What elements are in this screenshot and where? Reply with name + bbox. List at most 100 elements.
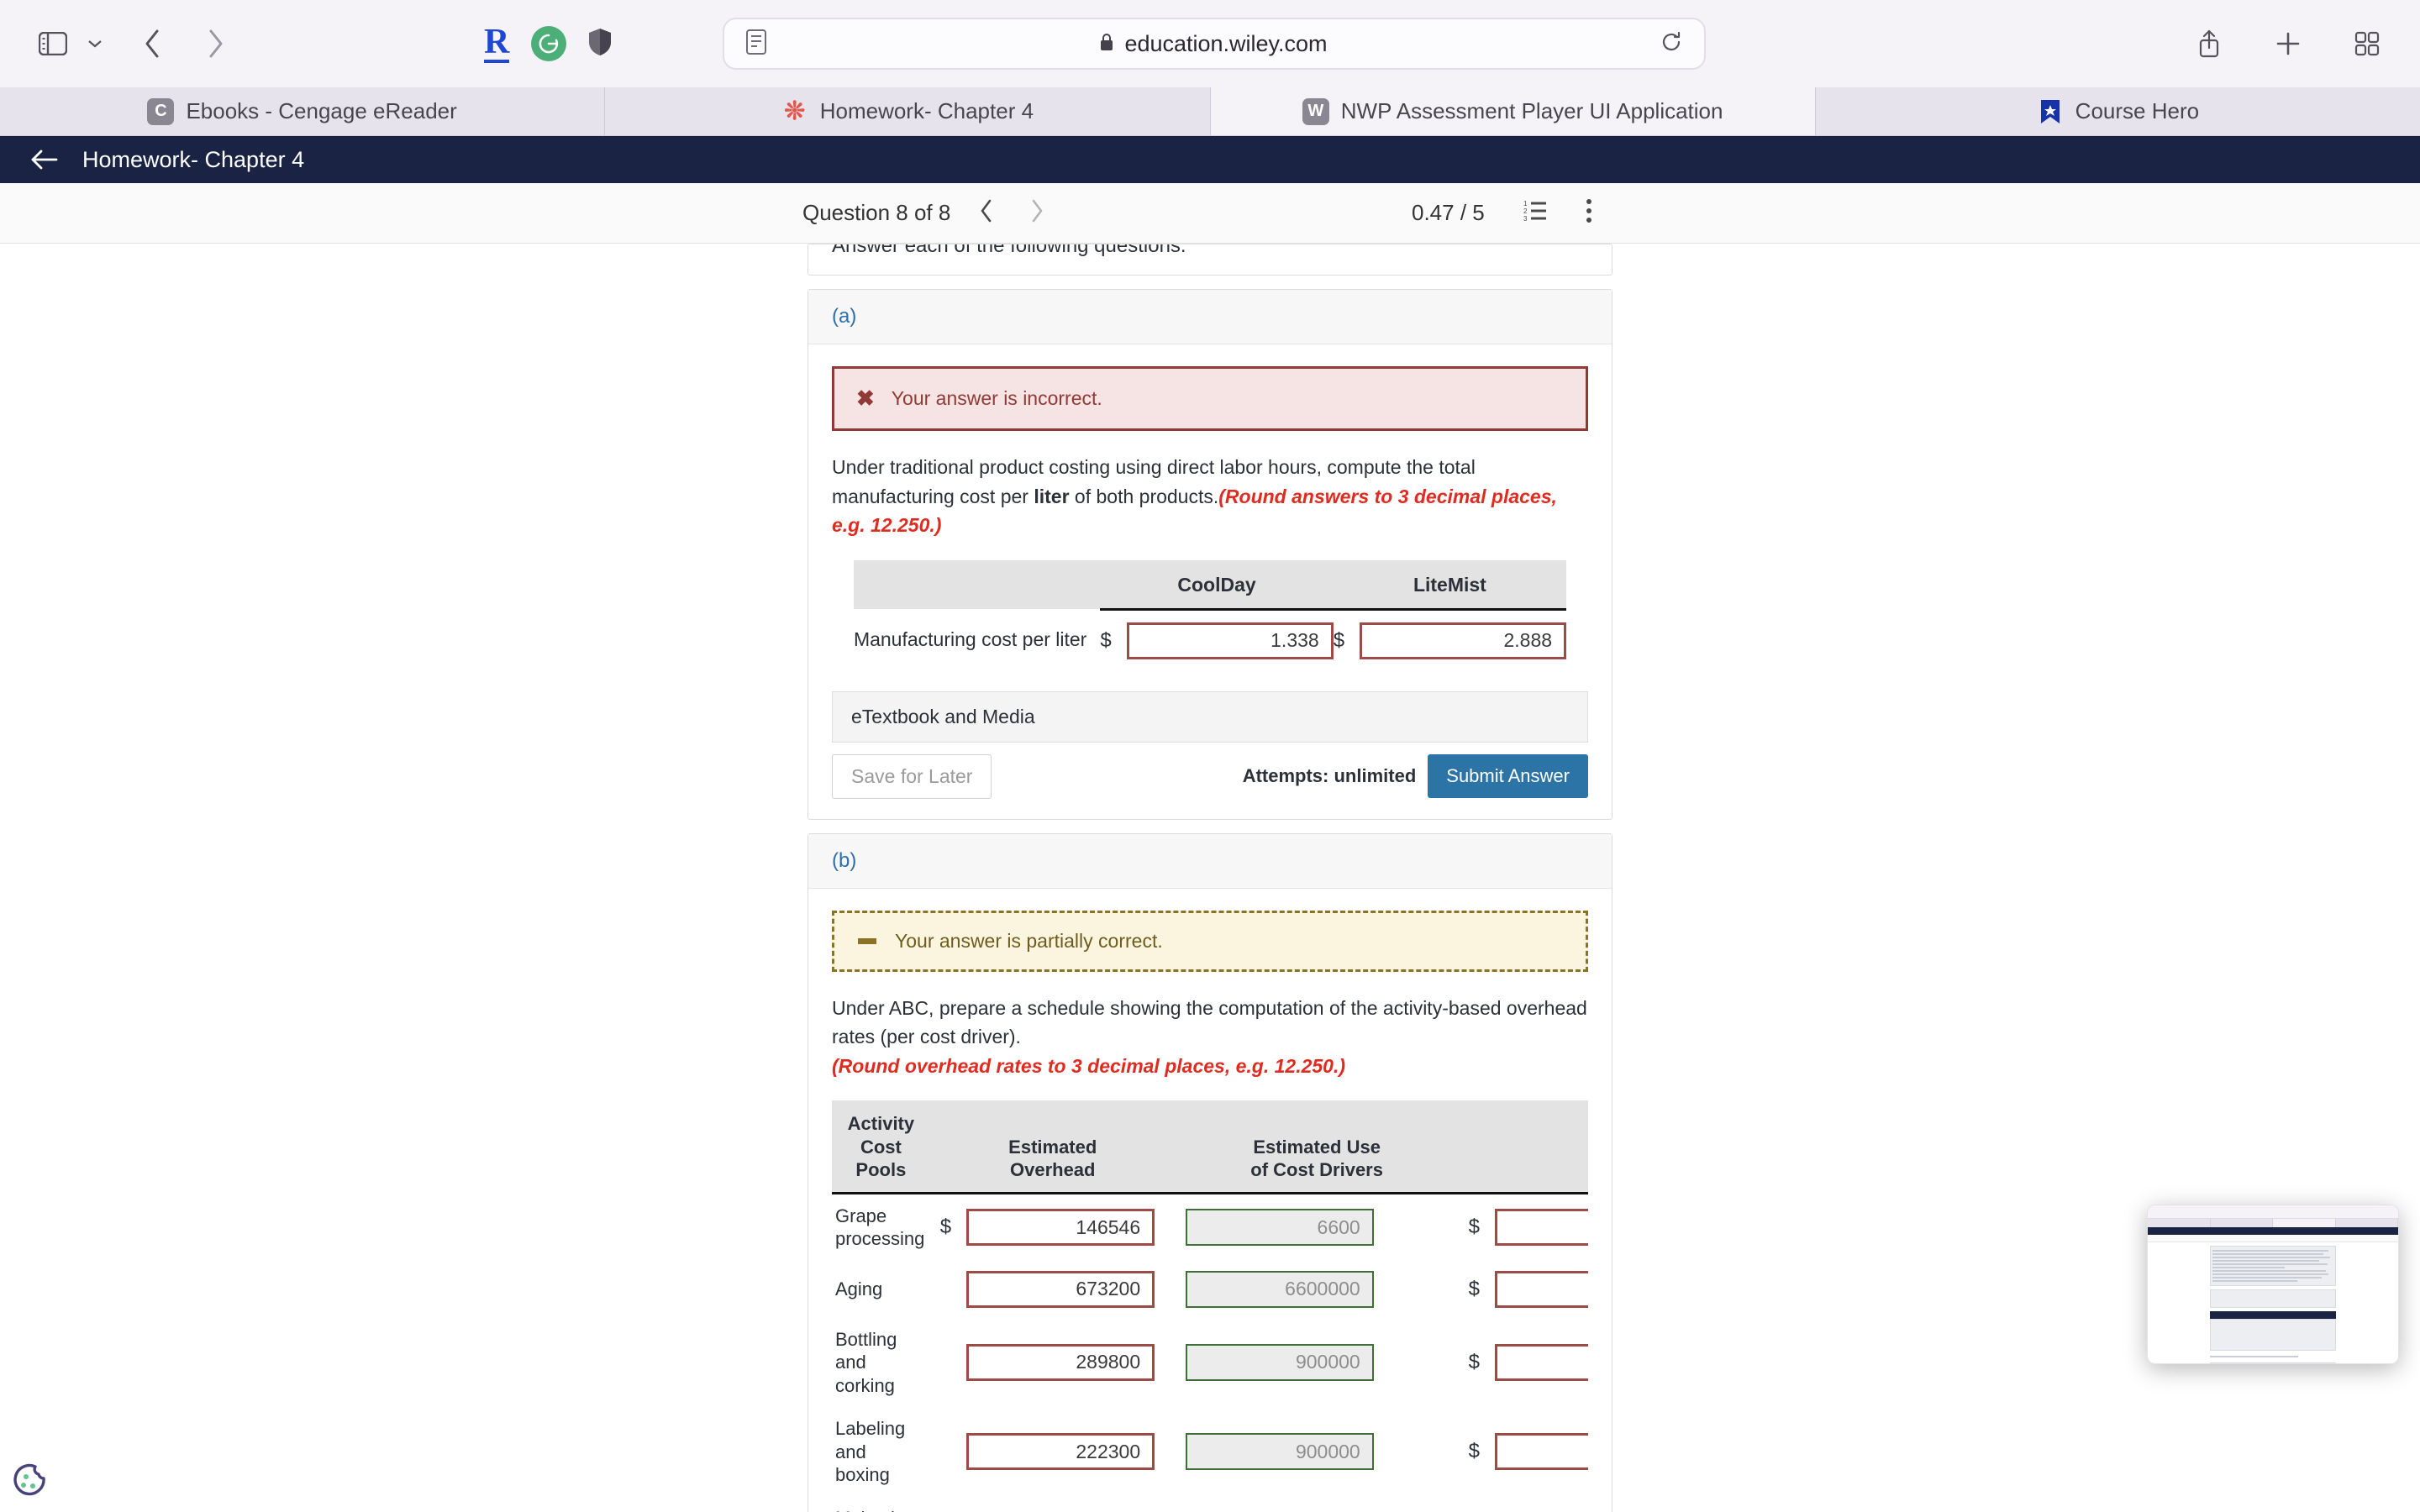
header-line-2: of Cost Drivers <box>1250 1159 1383 1180</box>
currency-symbol: $ <box>1468 1350 1480 1373</box>
alert-text: Your answer is incorrect. <box>891 387 1102 409</box>
part-b-prompt-text: Under ABC, prepare a schedule showing th… <box>832 996 1587 1048</box>
grammarly-extension-icon[interactable] <box>531 26 567 61</box>
part-a-label: (a) <box>808 290 1612 344</box>
pip-page-content <box>2148 1242 2398 1363</box>
wiley-favicon-icon: W <box>1302 97 1329 125</box>
row-label-aging: Aging <box>835 1278 883 1299</box>
part-b-table-body: Grape processing $ 146546 6600 $ Aging 6… <box>832 1193 1588 1512</box>
input-litemist-cost[interactable]: 2.888 <box>1360 622 1567 659</box>
plus-icon[interactable] <box>2264 19 2312 68</box>
course-hero-favicon-icon <box>2037 98 2064 125</box>
table-row: Bottling and corking $ 289800 900000 $ <box>832 1318 1588 1408</box>
tab-overview-icon[interactable] <box>2343 19 2391 68</box>
currency-symbol: $ <box>1468 1440 1480 1463</box>
forward-icon[interactable] <box>192 19 240 68</box>
cell-estimated-use: 900000 <box>1176 1318 1459 1408</box>
app-title: Homework- Chapter 4 <box>82 146 305 172</box>
input-overhead-labeling-and-boxing[interactable]: 222300 <box>966 1433 1155 1471</box>
tab-nwp-assessment-player[interactable]: W NWP Assessment Player UI Application <box>1210 87 1816 135</box>
partial-dash-icon <box>858 937 876 944</box>
rakuten-extension-icon[interactable]: R <box>484 24 510 63</box>
cell-estimated-use: 6600000 <box>1176 1261 1459 1318</box>
input-rate-grape-processing[interactable] <box>1494 1209 1588 1246</box>
input-drivers-grape-processing[interactable]: 6600 <box>1185 1209 1374 1246</box>
numbered-list-icon[interactable]: 123 <box>1523 199 1547 227</box>
cengage-favicon-icon: C <box>147 97 175 125</box>
shield-extension-icon[interactable] <box>588 28 612 60</box>
svg-text:3: 3 <box>1523 215 1528 223</box>
pip-part-header <box>2210 1362 2336 1363</box>
incorrect-x-icon: ✖ <box>856 386 875 411</box>
part-b-body: Your answer is partially correct. Under … <box>808 889 1612 1512</box>
url-text-group: education.wiley.com <box>766 31 1660 57</box>
col-header-estimated-overhead: Estimated Overhead <box>929 1100 1176 1194</box>
prompt-bold-liter: liter <box>1034 485 1070 507</box>
table-row: Maintain and inspect equipment $ 243200 … <box>832 1497 1588 1512</box>
cell-coolday: $ 1.338 <box>1100 609 1334 668</box>
header-line-2: Overhead <box>1009 1159 1096 1180</box>
question-stem-card: Answer each of the following questions. <box>808 244 1612 276</box>
page-body[interactable]: Answer each of the following questions. … <box>0 244 2420 1512</box>
previous-question-icon[interactable] <box>979 198 994 228</box>
cell-overhead-rate: $ <box>1459 1261 1588 1318</box>
part-b-label: (b) <box>808 833 1612 889</box>
part-a-status-alert: ✖ Your answer is incorrect. <box>832 366 1588 431</box>
part-b-table-wrapper: Activity Cost Pools Estimated Overhead E… <box>832 1100 1588 1512</box>
part-b-table: Activity Cost Pools Estimated Overhead E… <box>832 1100 1588 1512</box>
tab-label: Homework- Chapter 4 <box>819 98 1034 123</box>
cell-overhead-rate: $ <box>1459 1318 1588 1408</box>
input-overhead-grape-processing[interactable]: 146546 <box>966 1209 1155 1246</box>
cell-estimated-use: 80022.20 <box>1176 1497 1459 1512</box>
reader-view-icon[interactable] <box>746 29 766 59</box>
cell-overhead-rate: $ <box>1459 1497 1588 1512</box>
tab-course-hero[interactable]: Course Hero <box>1815 87 2420 135</box>
address-bar[interactable]: education.wiley.com <box>723 18 1706 70</box>
tab-label: Ebooks - Cengage eReader <box>186 98 457 123</box>
back-arrow-icon[interactable] <box>30 149 59 171</box>
navigation-arrows <box>128 19 240 68</box>
input-rate-aging[interactable] <box>1494 1270 1588 1308</box>
pip-tab <box>2148 1219 2211 1227</box>
question-nav-group: Question 8 of 8 <box>802 198 1044 228</box>
next-question-icon[interactable] <box>1029 198 1044 228</box>
pip-browser-chrome <box>2148 1205 2398 1219</box>
cell-estimated-overhead: $ 289800 <box>930 1318 1176 1408</box>
col-header-blank <box>853 559 1101 609</box>
part-b-table-head: Activity Cost Pools Estimated Overhead E… <box>832 1100 1588 1194</box>
row-label-manufacturing-cost-per-liter: Manufacturing cost per liter <box>853 628 1087 651</box>
input-drivers-bottling-and-corking[interactable]: 900000 <box>1185 1343 1374 1381</box>
back-icon[interactable] <box>128 19 176 68</box>
table-row: Grape processing $ 146546 6600 $ <box>832 1193 1588 1261</box>
input-drivers-aging[interactable]: 6600000 <box>1185 1270 1374 1308</box>
input-drivers-labeling-and-boxing[interactable]: 900000 <box>1185 1433 1374 1471</box>
share-icon[interactable] <box>2185 19 2233 68</box>
col-header-estimated-use-of-cost-drivers: Estimated Use of Cost Drivers <box>1175 1100 1459 1194</box>
tab-cengage-ereader[interactable]: C Ebooks - Cengage eReader <box>0 87 606 135</box>
part-a-body: ✖ Your answer is incorrect. Under tradit… <box>808 344 1612 819</box>
tab-homework-chapter-4[interactable]: ❊ Homework- Chapter 4 <box>605 87 1211 135</box>
reload-icon[interactable] <box>1660 31 1682 57</box>
cookie-consent-icon[interactable] <box>10 1462 49 1500</box>
content-column: Answer each of the following questions. … <box>808 244 1612 1512</box>
part-b-status-alert: Your answer is partially correct. <box>832 910 1588 972</box>
part-a-etextbook-section[interactable]: eTextbook and Media <box>832 690 1588 743</box>
part-a-card: (a) ✖ Your answer is incorrect. Under tr… <box>808 289 1612 820</box>
cell-estimated-use: 900000 <box>1176 1407 1459 1497</box>
table-header-row: CoolDay LiteMist <box>853 559 1567 611</box>
part-a-submit-answer-button[interactable]: Submit Answer <box>1428 754 1588 798</box>
app-header: Homework- Chapter 4 <box>0 136 2420 183</box>
input-coolday-cost[interactable]: 1.338 <box>1126 622 1334 659</box>
prompt-after: of both products. <box>1069 485 1219 507</box>
input-rate-labeling-and-boxing[interactable] <box>1494 1433 1588 1471</box>
input-rate-bottling-and-corking[interactable] <box>1494 1343 1588 1381</box>
pip-tab <box>2211 1219 2273 1227</box>
part-a-save-for-later-button[interactable]: Save for Later <box>832 753 992 799</box>
input-overhead-bottling-and-corking[interactable]: 289800 <box>966 1343 1155 1381</box>
sidebar-toggle-icon[interactable] <box>29 19 77 68</box>
url-hostname: education.wiley.com <box>1124 30 1328 56</box>
picture-in-picture-preview[interactable] <box>2147 1205 2399 1364</box>
sidebar-chevron-down-icon[interactable] <box>81 19 109 68</box>
more-options-icon[interactable] <box>1586 198 1592 228</box>
input-overhead-aging[interactable]: 673200 <box>966 1270 1155 1308</box>
